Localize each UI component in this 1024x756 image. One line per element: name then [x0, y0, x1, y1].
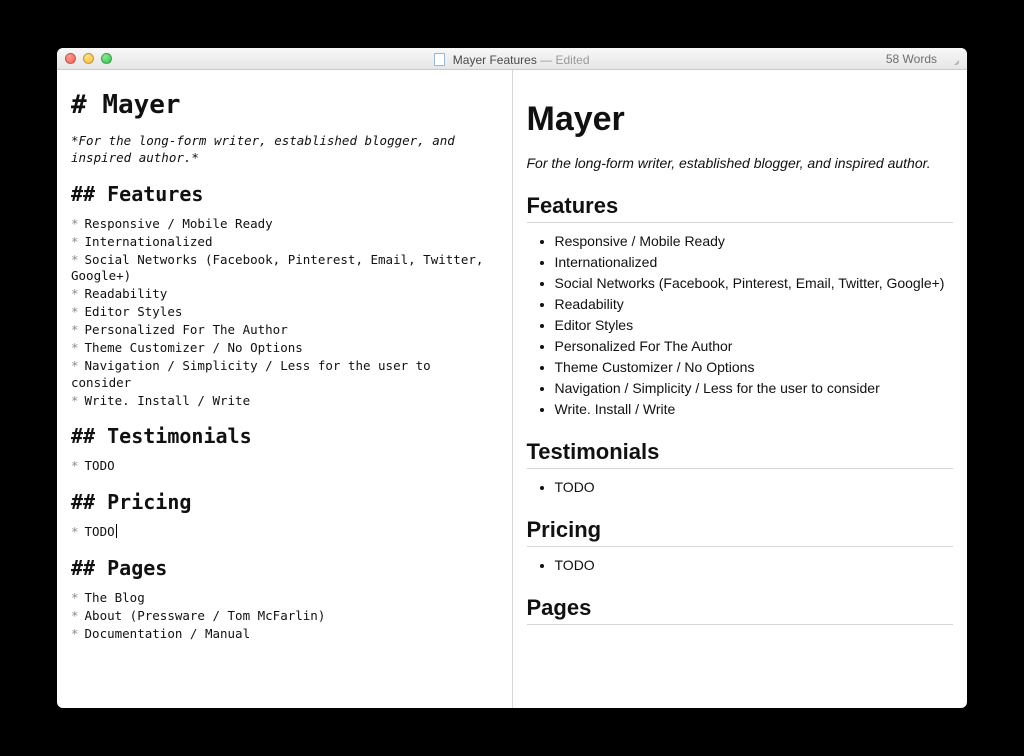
list-item: *TODO	[71, 458, 498, 475]
list-item: Personalized For The Author	[555, 338, 954, 354]
list-item: TODO	[555, 557, 954, 573]
preview-h2-pages: Pages	[527, 595, 954, 625]
list-item: Internationalized	[555, 254, 954, 270]
src-pages-list: *The Blog*About (Pressware / Tom McFarli…	[71, 590, 498, 643]
document-status: — Edited	[540, 53, 589, 67]
preview-h2-features: Features	[527, 193, 954, 223]
preview-features-list: Responsive / Mobile Ready Internationaliz…	[527, 233, 954, 417]
list-item: *The Blog	[71, 590, 498, 607]
src-pricing-list: *TODO	[71, 524, 498, 541]
list-item: Write. Install / Write	[555, 401, 954, 417]
minimize-button[interactable]	[83, 53, 94, 64]
list-item: Theme Customizer / No Options	[555, 359, 954, 375]
list-item: *Navigation / Simplicity / Less for the …	[71, 358, 498, 392]
preview-h1: Mayer	[527, 100, 954, 139]
list-item: Editor Styles	[555, 317, 954, 333]
list-item: *Write. Install / Write	[71, 393, 498, 410]
list-item: *Social Networks (Facebook, Pinterest, E…	[71, 252, 498, 286]
src-h2-pages: ## Pages	[71, 555, 498, 582]
word-count: 58 Words	[886, 52, 937, 66]
document-name: Mayer Features	[453, 53, 537, 67]
preview-pricing-list: TODO	[527, 557, 954, 573]
fullscreen-icon[interactable]	[947, 53, 959, 65]
editor-pane[interactable]: # Mayer *For the long-form writer, estab…	[57, 70, 513, 708]
zoom-button[interactable]	[101, 53, 112, 64]
window-title: Mayer Features — Edited	[57, 51, 967, 67]
list-item: Navigation / Simplicity / Less for the u…	[555, 380, 954, 396]
window-controls	[57, 53, 112, 64]
app-window: Mayer Features — Edited 58 Words # Mayer…	[57, 48, 967, 708]
list-item: *Internationalized	[71, 234, 498, 251]
preview-h2-pricing: Pricing	[527, 517, 954, 547]
close-button[interactable]	[65, 53, 76, 64]
document-icon	[434, 53, 445, 66]
list-item: *About (Pressware / Tom McFarlin)	[71, 608, 498, 625]
titlebar[interactable]: Mayer Features — Edited 58 Words	[57, 48, 967, 70]
list-item: Readability	[555, 296, 954, 312]
src-h2-pricing: ## Pricing	[71, 489, 498, 516]
src-h2-testimonials: ## Testimonials	[71, 423, 498, 450]
preview-testimonials-list: TODO	[527, 479, 954, 495]
list-item: Responsive / Mobile Ready	[555, 233, 954, 249]
src-h1: # Mayer	[71, 88, 498, 123]
list-item: *Personalized For The Author	[71, 322, 498, 339]
list-item: *TODO	[71, 524, 498, 541]
preview-tagline: For the long-form writer, established bl…	[527, 155, 954, 171]
list-item: *Editor Styles	[71, 304, 498, 321]
list-item: Social Networks (Facebook, Pinterest, Em…	[555, 275, 954, 291]
list-item: *Responsive / Mobile Ready	[71, 216, 498, 233]
list-item: *Theme Customizer / No Options	[71, 340, 498, 357]
src-tagline: *For the long-form writer, established b…	[71, 133, 498, 167]
titlebar-right: 58 Words	[886, 52, 967, 66]
text-cursor	[116, 524, 117, 538]
list-item: *Documentation / Manual	[71, 626, 498, 643]
src-h2-features: ## Features	[71, 181, 498, 208]
list-item: *Readability	[71, 286, 498, 303]
split-view: # Mayer *For the long-form writer, estab…	[57, 70, 967, 708]
src-testimonials-list: *TODO	[71, 458, 498, 475]
preview-h2-testimonials: Testimonials	[527, 439, 954, 469]
src-features-list: *Responsive / Mobile Ready*International…	[71, 216, 498, 410]
preview-pane: Mayer For the long-form writer, establis…	[513, 70, 968, 708]
list-item: TODO	[555, 479, 954, 495]
